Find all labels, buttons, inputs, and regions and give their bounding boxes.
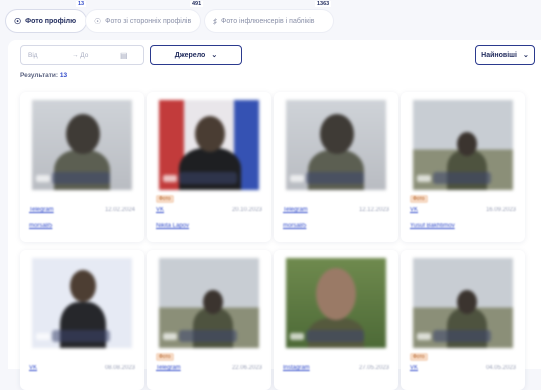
date-to-input[interactable]: → До <box>72 52 120 59</box>
source-dropdown[interactable]: Джерело ⌄ <box>150 45 242 65</box>
results-label: Результати: <box>20 72 59 79</box>
photo-card[interactable]: Instagram 27.05.2023 <box>274 250 398 390</box>
profile-photo[interactable] <box>413 100 513 190</box>
account-link[interactable]: Yusuf Bakhtimov <box>410 223 455 229</box>
calendar-icon[interactable]: ▤ <box>120 51 128 60</box>
photo-card[interactable]: Фото VK 04.05.2023 <box>401 250 525 390</box>
tab-count: 491 <box>190 1 204 7</box>
photo-date: 27.05.2023 <box>358 365 389 371</box>
photo-date: 22.06.2023 <box>231 365 262 371</box>
results-count: Результати: 13 <box>20 72 67 79</box>
photo-card[interactable]: VK 08.08.2023 <box>20 250 144 390</box>
source-link[interactable]: Instagram <box>283 365 310 371</box>
profile-photo[interactable] <box>159 100 259 190</box>
photo-card[interactable]: Фото VK 16.09.2023 Yusuf Bakhtimov <box>401 92 525 242</box>
users-icon: ☉ <box>94 16 102 26</box>
photo-date: 16.09.2023 <box>485 207 516 213</box>
date-range-picker[interactable]: Від → До ▤ <box>20 45 144 65</box>
account-link[interactable]: Nikita Lapov <box>156 223 189 229</box>
photo-date: 04.05.2023 <box>485 365 516 371</box>
tab-profile-photos[interactable]: ☉ Фото профілю 13 <box>6 1 87 32</box>
profile-photo[interactable] <box>413 258 513 348</box>
tab-label: Фото зі сторонніх профілів <box>105 17 192 25</box>
sort-label: Найновіші <box>481 51 517 59</box>
source-link[interactable]: VK <box>410 207 418 213</box>
photo-tag: Фото <box>156 195 174 203</box>
profile-photo[interactable] <box>159 258 259 348</box>
source-link[interactable]: VK <box>410 365 418 371</box>
photo-card[interactable]: Фото Telegram 22.06.2023 <box>147 250 271 390</box>
results-panel: Від → До ▤ Джерело ⌄ Найновіші ⌄ Результ… <box>8 40 541 390</box>
tab-influencer-photos[interactable]: ♯ Фото інфлюенсерів і пабліків 1363 <box>205 1 333 32</box>
photo-card[interactable]: Telegram 12.12.2023 morsa85 <box>274 92 398 242</box>
photo-card[interactable]: Фото VK 20.10.2023 Nikita Lapov <box>147 92 271 242</box>
profile-photo[interactable] <box>286 100 386 190</box>
profile-photo-tabs: ☉ Фото профілю 13 ☉ Фото зі сторонніх пр… <box>0 0 541 42</box>
photo-date: 12.02.2024 <box>104 207 135 213</box>
tab-count: 1363 <box>315 1 332 7</box>
date-from-input[interactable]: Від <box>28 52 72 59</box>
source-link[interactable]: Telegram <box>156 365 181 371</box>
source-link[interactable]: VK <box>29 365 37 371</box>
user-icon: ☉ <box>14 16 22 26</box>
megaphone-icon: ♯ <box>213 16 217 26</box>
sort-dropdown[interactable]: Найновіші ⌄ <box>475 45 535 65</box>
account-link[interactable]: morsa85 <box>29 223 52 229</box>
source-label: Джерело <box>174 51 206 59</box>
photo-tag: Фото <box>156 353 174 361</box>
photo-card[interactable]: Telegram 12.02.2024 morsa85 <box>20 92 144 242</box>
photo-tag: Фото <box>410 353 428 361</box>
account-link[interactable]: morsa85 <box>283 223 306 229</box>
photo-date: 20.10.2023 <box>231 207 262 213</box>
source-link[interactable]: Telegram <box>283 207 308 213</box>
results-number: 13 <box>59 72 68 79</box>
profile-photo[interactable] <box>286 258 386 348</box>
profile-photo[interactable] <box>32 258 132 348</box>
source-link[interactable]: VK <box>156 207 164 213</box>
tab-count: 13 <box>76 1 87 7</box>
chevron-down-icon: ⌄ <box>522 52 529 59</box>
source-link[interactable]: Telegram <box>29 207 54 213</box>
photo-tag: Фото <box>410 195 428 203</box>
tab-label: Фото профілю <box>25 17 77 25</box>
profile-photo[interactable] <box>32 100 132 190</box>
tab-third-party-photos[interactable]: ☉ Фото зі сторонніх профілів 491 <box>86 1 204 32</box>
tab-label: Фото інфлюенсерів і пабліків <box>221 17 315 25</box>
chevron-down-icon: ⌄ <box>211 52 218 59</box>
photo-date: 08.08.2023 <box>104 365 135 371</box>
photo-date: 12.12.2023 <box>358 207 389 213</box>
